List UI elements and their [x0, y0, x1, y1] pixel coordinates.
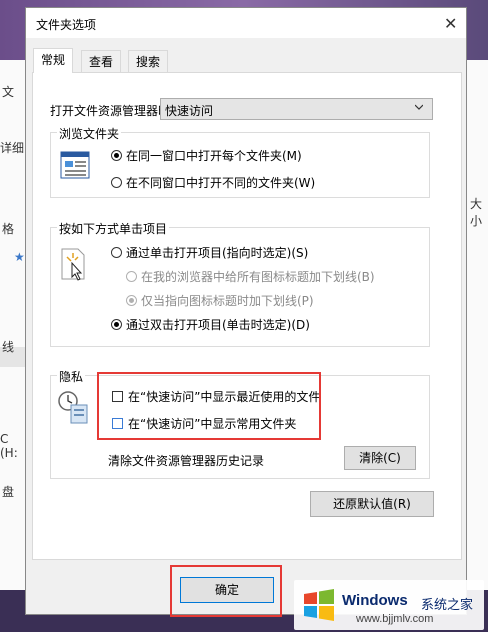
chevron-down-icon	[415, 104, 423, 110]
radio-new-window[interactable]	[111, 177, 122, 188]
bg-text-fragment: 文	[2, 85, 15, 99]
folder-options-dialog: 文件夹选项 ✕ 常规 查看 搜索 打开文件资源管理器时打 快速访问 浏览文件夹	[25, 7, 467, 615]
watermark-brand: Windows	[342, 592, 408, 609]
checkbox-frequent-folders-label[interactable]: 在“快速访问”中显示常用文件夹	[128, 415, 296, 432]
close-icon[interactable]: ✕	[444, 14, 457, 33]
clear-history-label: 清除文件资源管理器历史记录	[108, 454, 265, 468]
general-tab-panel: 打开文件资源管理器时打 快速访问 浏览文件夹 在同一窗口中打开每个文件夹(M) …	[32, 72, 462, 560]
radio-double-click-label[interactable]: 通过双击打开项目(单击时选定)(D)	[126, 316, 310, 333]
watermark: Windows 系统之家 www.bjjmlv.com	[294, 580, 484, 630]
checkbox-recent-files-label[interactable]: 在“快速访问”中显示最近使用的文件	[128, 388, 320, 405]
clock-document-icon	[58, 391, 88, 424]
radio-single-click[interactable]	[111, 247, 122, 258]
privacy-legend: 隐私	[57, 368, 86, 385]
restore-defaults-button[interactable]: 还原默认值(R)	[310, 491, 434, 517]
clear-button[interactable]: 清除(C)	[344, 446, 416, 470]
dropdown-value: 快速访问	[165, 104, 214, 118]
open-explorer-dropdown[interactable]: 快速访问	[160, 98, 433, 120]
radio-same-window[interactable]	[111, 150, 122, 161]
click-items-legend: 按如下方式单击项目	[57, 220, 170, 237]
browse-folders-legend: 浏览文件夹	[57, 125, 122, 142]
bg-text-fragment: 线	[2, 340, 15, 354]
dialog-title: 文件夹选项	[36, 18, 97, 32]
radio-double-click[interactable]	[111, 319, 122, 330]
window-icon	[60, 151, 90, 179]
bg-text-fragment: 格	[2, 222, 15, 236]
tab-general[interactable]: 常规	[33, 48, 74, 73]
privacy-group: 隐私 在“快速访问”中显示最近使用的文件 在“快速访问”中显示常用文件夹 清除文…	[50, 368, 430, 479]
background-explorer-right: 大小	[466, 60, 488, 632]
click-items-group: 按如下方式单击项目 通过单击打开项目(指向时选定)(S) 在我的浏览器中给所有图…	[50, 220, 430, 347]
radio-underline-always-label: 在我的浏览器中给所有图标标题加下划线(B)	[141, 270, 375, 284]
bg-text-fragment: 大小	[470, 197, 483, 228]
bg-text-fragment: 详细	[0, 141, 25, 155]
radio-underline-hover	[126, 295, 137, 306]
checkbox-frequent-folders[interactable]	[112, 418, 123, 429]
browse-folders-group: 浏览文件夹 在同一窗口中打开每个文件夹(M) 在不同窗口中打开不同的文件夹(W)	[50, 125, 430, 198]
tab-view[interactable]: 查看	[81, 50, 122, 72]
background-explorer-left: 文 详细 格 ★ 线 C (H: 盘	[0, 60, 27, 632]
radio-single-click-label[interactable]: 通过单击打开项目(指向时选定)(S)	[126, 244, 308, 261]
pointer-click-icon	[61, 248, 85, 281]
watermark-site-name: 系统之家	[421, 598, 474, 613]
bg-text-fragment: 盘	[2, 485, 15, 499]
bg-text-fragment: C (H:	[0, 432, 18, 460]
tab-search[interactable]: 搜索	[128, 50, 169, 72]
bg-star-icon: ★	[14, 250, 25, 264]
radio-new-window-label[interactable]: 在不同窗口中打开不同的文件夹(W)	[126, 174, 315, 191]
watermark-url: www.bjjmlv.com	[356, 613, 434, 625]
title-bar: 文件夹选项 ✕	[26, 8, 466, 38]
radio-underline-always	[126, 271, 137, 282]
radio-underline-hover-label: 仅当指向图标标题时加下划线(P)	[141, 294, 314, 308]
ok-button[interactable]: 确定	[180, 577, 274, 603]
radio-same-window-label[interactable]: 在同一窗口中打开每个文件夹(M)	[126, 147, 302, 164]
windows-logo-icon	[304, 589, 334, 621]
checkbox-recent-files[interactable]	[112, 391, 123, 402]
